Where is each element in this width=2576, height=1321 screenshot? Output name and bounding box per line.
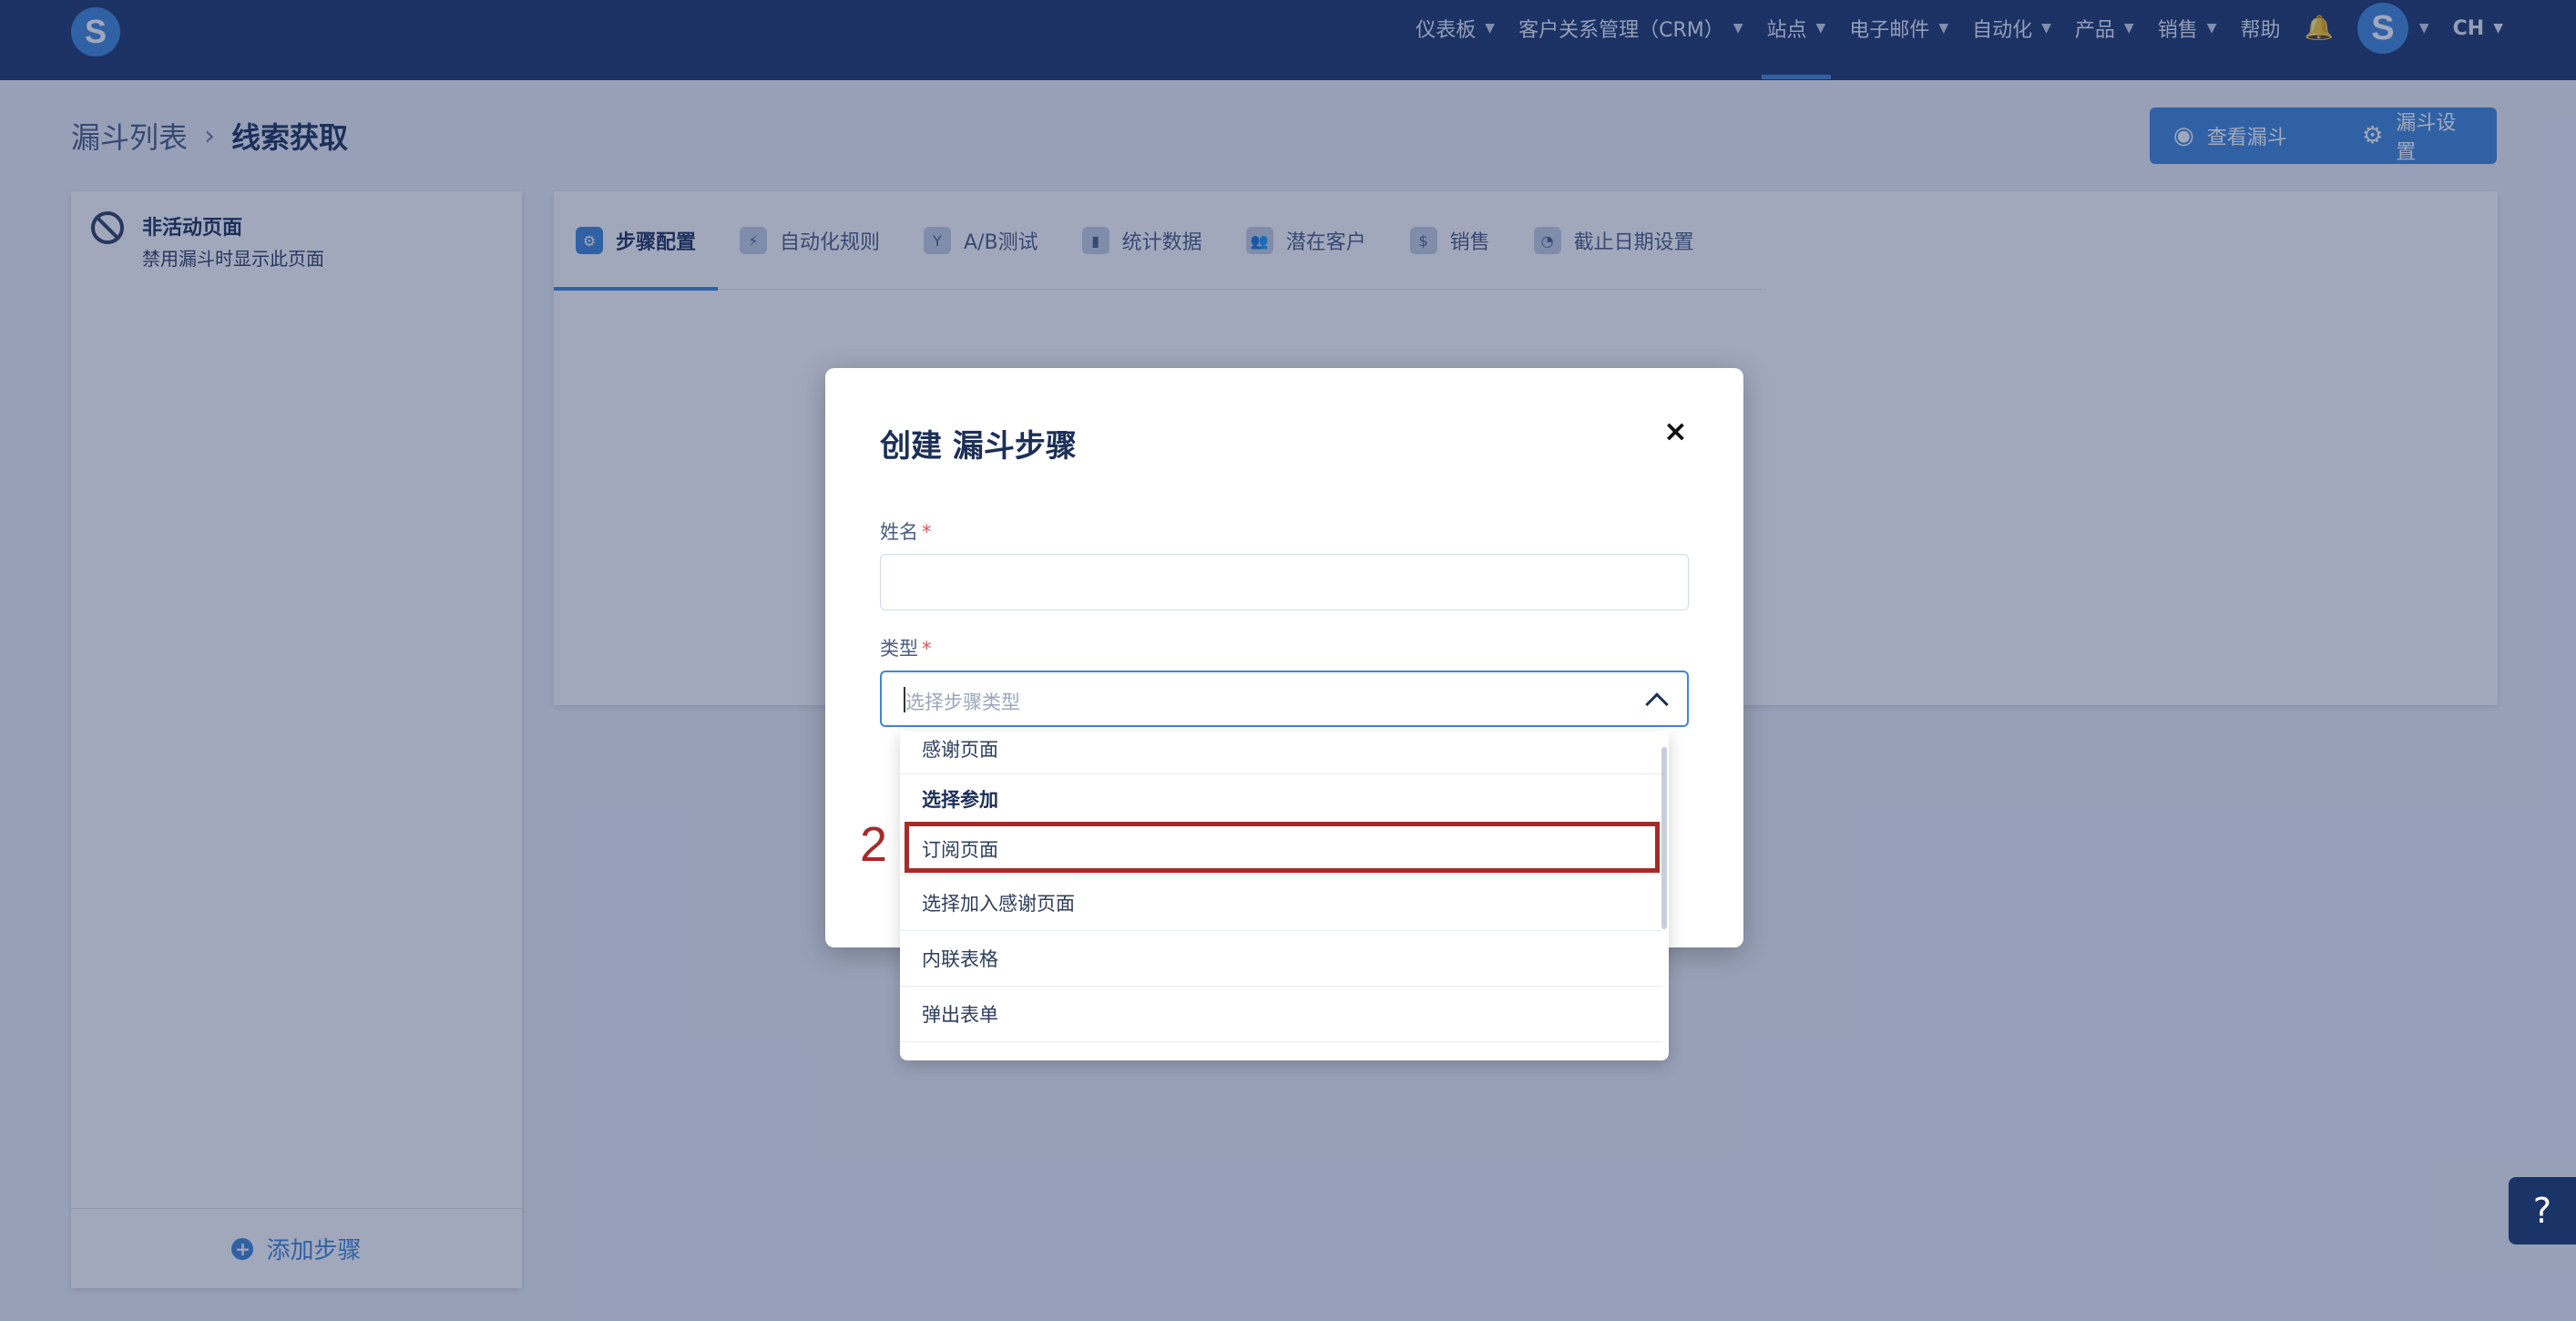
dropdown-option-thank-you-page[interactable]: 感谢页面 bbox=[900, 731, 1661, 774]
step-type-dropdown: 感谢页面 选择参加 订阅页面 选择加入感谢页面 内联表格 弹出表单 bbox=[900, 731, 1669, 1060]
step-type-select[interactable]: 选择步骤类型 bbox=[880, 671, 1689, 727]
modal-title: 创建 漏斗步骤 bbox=[880, 428, 1077, 465]
name-label-text: 姓名 bbox=[880, 521, 918, 543]
type-field-label: 类型 * bbox=[880, 634, 932, 661]
chevron-up-icon[interactable] bbox=[1645, 692, 1669, 716]
step-number-annotation: 2 bbox=[860, 817, 888, 872]
dropdown-option-partial[interactable] bbox=[900, 1042, 1661, 1060]
type-label-text: 类型 bbox=[880, 638, 918, 660]
dropdown-option-opt-in-thank-you-page[interactable]: 选择加入感谢页面 bbox=[900, 875, 1661, 931]
close-icon[interactable]: × bbox=[1663, 414, 1688, 448]
dropdown-scrollbar[interactable] bbox=[1661, 747, 1667, 929]
dropdown-group-opt-in: 选择参加 bbox=[922, 789, 998, 811]
name-input[interactable] bbox=[880, 554, 1689, 610]
dropdown-option-inline-form[interactable]: 内联表格 bbox=[900, 931, 1661, 987]
name-field-label: 姓名 * bbox=[880, 517, 932, 545]
dropdown-option-popup-form[interactable]: 弹出表单 bbox=[900, 987, 1661, 1042]
required-mark: * bbox=[922, 521, 932, 543]
help-button[interactable]: ? bbox=[2509, 1177, 2576, 1244]
required-mark: * bbox=[922, 638, 932, 660]
highlight-box bbox=[905, 822, 1660, 873]
step-type-placeholder: 选择步骤类型 bbox=[905, 691, 1020, 713]
